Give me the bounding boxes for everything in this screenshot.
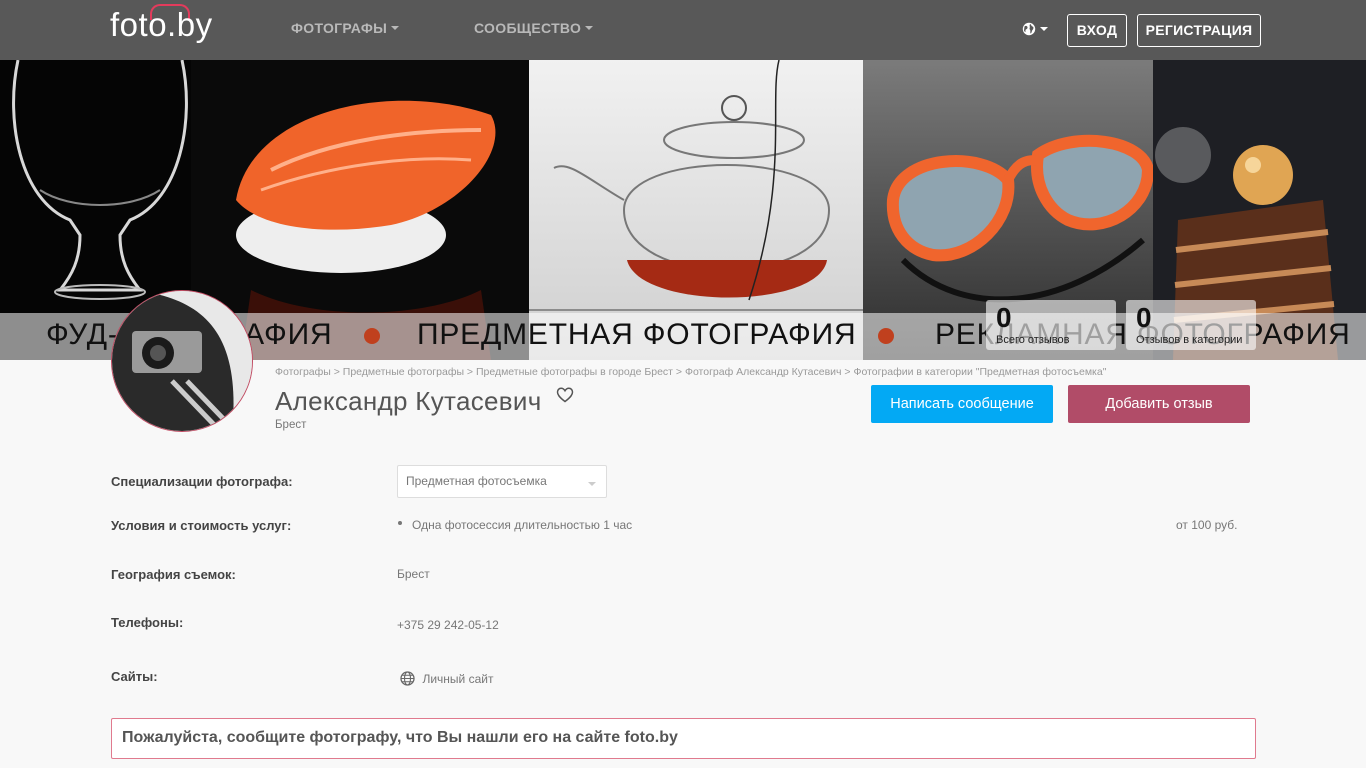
nav-photographers-label: ФОТОГРАФЫ bbox=[291, 20, 388, 36]
service-item-price: от 100 руб. bbox=[1176, 518, 1238, 532]
photographer-name: Александр Кутасевич bbox=[275, 386, 542, 416]
site-logo[interactable]: foto.by bbox=[110, 4, 213, 46]
stat-category-reviews-value: 0 bbox=[1136, 302, 1152, 333]
chevron-down-icon bbox=[391, 26, 400, 30]
photographer-city: Брест bbox=[275, 419, 307, 431]
sites-label: Сайты: bbox=[111, 669, 158, 684]
login-button[interactable]: ВХОД bbox=[1067, 14, 1127, 47]
language-selector[interactable] bbox=[1022, 21, 1048, 37]
personal-site-link[interactable]: Личный сайт bbox=[400, 670, 493, 688]
chevron-down-icon bbox=[588, 482, 596, 486]
service-item-name: Одна фотосессия длительностью 1 час bbox=[412, 518, 633, 532]
stat-category-reviews-label: Отзывов в категории bbox=[1136, 334, 1243, 346]
globe-icon bbox=[1022, 22, 1036, 36]
separator-dot-icon bbox=[364, 328, 380, 344]
specialization-selected-value: Предметная фотосъемка bbox=[406, 474, 547, 488]
top-navigation-bar: foto.by ФОТОГРАФЫ СООБЩЕСТВО ВХОД РЕГИСТ… bbox=[0, 0, 1366, 60]
breadcrumb[interactable]: Фотографы > Предметные фотографы > Предм… bbox=[275, 366, 1106, 378]
specialization-select[interactable]: Предметная фотосъемка bbox=[397, 465, 607, 498]
stat-total-reviews-value: 0 bbox=[996, 302, 1012, 333]
nav-photographers[interactable]: ФОТОГРАФЫ bbox=[291, 20, 400, 36]
chevron-down-icon bbox=[585, 26, 594, 30]
stat-total-reviews: 0 Всего отзывов bbox=[986, 300, 1116, 350]
geography-value: Брест bbox=[397, 567, 430, 581]
separator-dot-icon bbox=[878, 328, 894, 344]
register-button[interactable]: РЕГИСТРАЦИЯ bbox=[1137, 14, 1261, 47]
notice-box: Пожалуйста, сообщите фотографу, что Вы н… bbox=[111, 718, 1256, 759]
avatar-image bbox=[112, 291, 252, 431]
add-review-button[interactable]: Добавить отзыв bbox=[1068, 385, 1250, 423]
list-bullet-icon bbox=[398, 521, 402, 525]
nav-community-label: СООБЩЕСТВО bbox=[474, 20, 582, 36]
write-message-button[interactable]: Написать сообщение bbox=[871, 385, 1053, 423]
specialization-label: Специализации фотографа: bbox=[111, 474, 293, 489]
photographer-avatar[interactable] bbox=[111, 290, 253, 432]
favorite-heart-icon[interactable] bbox=[556, 386, 574, 404]
stat-category-reviews: 0 Отзывов в категории bbox=[1126, 300, 1256, 350]
stat-total-reviews-label: Всего отзывов bbox=[996, 334, 1070, 346]
phones-label: Телефоны: bbox=[111, 615, 184, 630]
geography-label: География съемок: bbox=[111, 567, 236, 582]
phone-number[interactable]: +375 29 242-05-12 bbox=[397, 618, 499, 632]
personal-site-label: Личный сайт bbox=[422, 672, 494, 686]
services-label: Условия и стоимость услуг: bbox=[111, 518, 292, 533]
chevron-down-icon bbox=[1040, 27, 1048, 31]
banner-caption-product: ПРЕДМЕТНАЯ ФОТОГРАФИЯ bbox=[417, 318, 857, 351]
logo-text: foto.by bbox=[110, 6, 213, 43]
globe-icon bbox=[400, 671, 415, 686]
nav-community[interactable]: СООБЩЕСТВО bbox=[474, 20, 594, 36]
